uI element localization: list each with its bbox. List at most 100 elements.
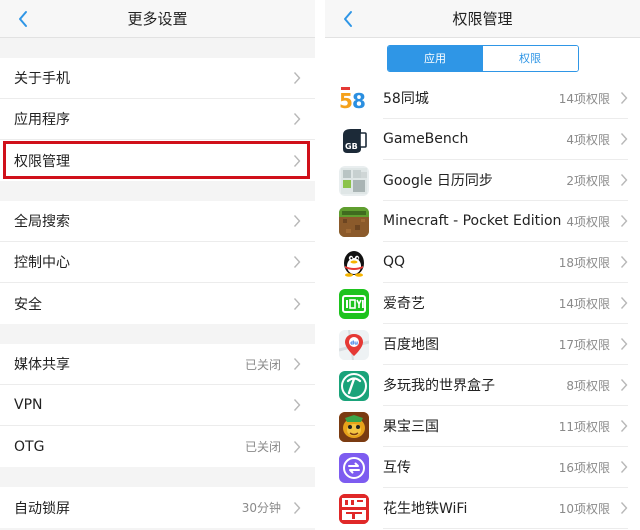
app-name: 爱奇艺 (383, 296, 425, 312)
tab-apps[interactable]: 应用 (387, 45, 483, 71)
group-spacer (0, 324, 315, 344)
qq-penguin-icon (339, 247, 369, 278)
permission-count: 10项权限 (558, 501, 610, 516)
app-name: 58同城 (383, 91, 429, 107)
settings-item-auto-lock[interactable]: 自动锁屏 30分钟 (0, 487, 315, 528)
permission-count: 4项权限 (566, 214, 610, 229)
settings-item-vpn[interactable]: VPN (0, 385, 315, 426)
chevron-right-icon (620, 133, 628, 145)
settings-item-label: 安全 (14, 296, 42, 313)
chevron-right-icon (620, 338, 628, 350)
settings-item-global-search[interactable]: 全局搜索 (0, 201, 315, 242)
chevron-right-icon (620, 461, 628, 473)
settings-item-value: 30分钟 (241, 501, 281, 515)
segmented-control: 应用 权限 (386, 44, 579, 72)
page-title: 更多设置 (127, 10, 188, 28)
settings-item-media-sharing[interactable]: 媒体共享 已关闭 (0, 344, 315, 385)
settings-item-label: OTG (14, 438, 45, 455)
settings-item-label: 全局搜索 (14, 214, 70, 230)
more-settings-header: 更多设置 (0, 0, 315, 38)
svg-text:8: 8 (352, 89, 366, 113)
settings-item-label: 自动锁屏 (14, 500, 70, 517)
svg-text:du: du (350, 340, 358, 346)
app-row-guobao-sanguo[interactable]: 果宝三国 11项权限 (325, 406, 640, 447)
pickaxe-icon (339, 370, 369, 401)
permission-header: 权限管理 (325, 0, 640, 38)
app-row-iqiyi[interactable]: 爱奇艺 14项权限 (325, 283, 640, 324)
screen: 更多设置 关于手机 应用程序 权限管理 全局搜索 控制中心 安全 媒体共享 已关… (0, 0, 640, 530)
chevron-right-icon (293, 256, 301, 268)
transfer-icon (339, 452, 369, 483)
chevron-left-icon (19, 11, 27, 27)
app-name: 百度地图 (383, 337, 439, 353)
app-row-gamebench[interactable]: GB GameBench 4项权限 (325, 119, 640, 160)
app-row-google-calendar-sync[interactable]: Google 日历同步 2项权限 (325, 160, 640, 201)
segmented-control-area: 应用 权限 (325, 38, 640, 78)
settings-item-about-phone[interactable]: 关于手机 (0, 58, 315, 99)
tab-permissions[interactable]: 权限 (482, 45, 578, 71)
iqiyi-icon (339, 288, 369, 319)
app-name: GameBench (383, 131, 469, 147)
chevron-right-icon (293, 358, 301, 370)
58-tongcheng-icon: 5 8 (339, 83, 369, 114)
chevron-right-icon (620, 420, 628, 432)
app-name: QQ (383, 254, 406, 270)
back-button[interactable] (337, 7, 359, 31)
settings-item-label: 权限管理 (14, 153, 70, 170)
panel-divider (315, 0, 325, 530)
app-name: Minecraft - Pocket Edition (383, 213, 562, 229)
settings-item-control-center[interactable]: 控制中心 (0, 242, 315, 283)
group-spacer (0, 181, 315, 201)
permission-count: 2项权限 (566, 173, 610, 188)
settings-item-value: 已关闭 (244, 357, 281, 372)
chevron-right-icon (293, 440, 301, 453)
settings-item-label: VPN (14, 397, 43, 413)
app-name: Google 日历同步 (383, 173, 493, 189)
chevron-right-icon (293, 113, 301, 125)
guobao-sanguo-icon (339, 411, 369, 442)
chevron-right-icon (293, 154, 301, 167)
permission-count: 18项权限 (558, 255, 610, 270)
chevron-right-icon (620, 174, 628, 186)
app-row-qq[interactable]: QQ 18项权限 (325, 242, 640, 283)
google-calendar-sync-icon (339, 165, 369, 196)
permission-count: 16项权限 (558, 460, 610, 475)
back-button[interactable] (12, 7, 34, 31)
permission-count: 11项权限 (558, 419, 610, 434)
chevron-right-icon (620, 215, 628, 227)
app-row-minecraft[interactable]: Minecraft - Pocket Edition 4项权限 (325, 201, 640, 242)
minecraft-icon (339, 206, 369, 237)
baidu-map-icon: du (339, 329, 369, 360)
gamebench-icon: GB (339, 124, 369, 155)
settings-item-otg[interactable]: OTG 已关闭 (0, 426, 315, 467)
settings-item-permission-management[interactable]: 权限管理 (0, 140, 315, 181)
settings-item-applications[interactable]: 应用程序 (0, 99, 315, 140)
permission-count: 17项权限 (558, 337, 610, 352)
page-title: 权限管理 (452, 10, 513, 28)
permission-count: 4项权限 (566, 132, 610, 147)
app-name: 果宝三国 (383, 419, 439, 435)
app-row-58tongcheng[interactable]: 5 8 58同城 14项权限 (325, 78, 640, 119)
permission-management-screen: 权限管理 应用 权限 5 8 58同城 14项权限 GB GameBench 4… (325, 0, 640, 530)
chevron-right-icon (293, 501, 301, 514)
settings-item-label: 应用程序 (14, 112, 70, 128)
app-row-baidu-map[interactable]: du 百度地图 17项权限 (325, 324, 640, 365)
permission-count: 14项权限 (558, 296, 610, 311)
chevron-right-icon (620, 92, 628, 104)
settings-item-label: 媒体共享 (14, 357, 70, 373)
settings-item-value: 已关闭 (244, 440, 281, 454)
app-row-hu-chuan[interactable]: 互传 16项权限 (325, 447, 640, 488)
chevron-right-icon (620, 502, 628, 514)
app-row-duowan-minecraft-box[interactable]: 多玩我的世界盒子 8项权限 (325, 365, 640, 406)
settings-item-security[interactable]: 安全 (0, 283, 315, 324)
svg-text:GB: GB (345, 142, 358, 151)
settings-item-label: 控制中心 (14, 255, 70, 271)
chevron-right-icon (293, 297, 301, 310)
chevron-right-icon (293, 72, 301, 84)
permission-count: 14项权限 (558, 91, 610, 106)
chevron-left-icon (344, 11, 352, 27)
app-row-huasheng-wifi[interactable]: 花生地铁WiFi 10项权限 (325, 488, 640, 529)
settings-item-label: 关于手机 (14, 71, 70, 87)
group-spacer (0, 38, 315, 58)
chevron-right-icon (620, 297, 628, 309)
